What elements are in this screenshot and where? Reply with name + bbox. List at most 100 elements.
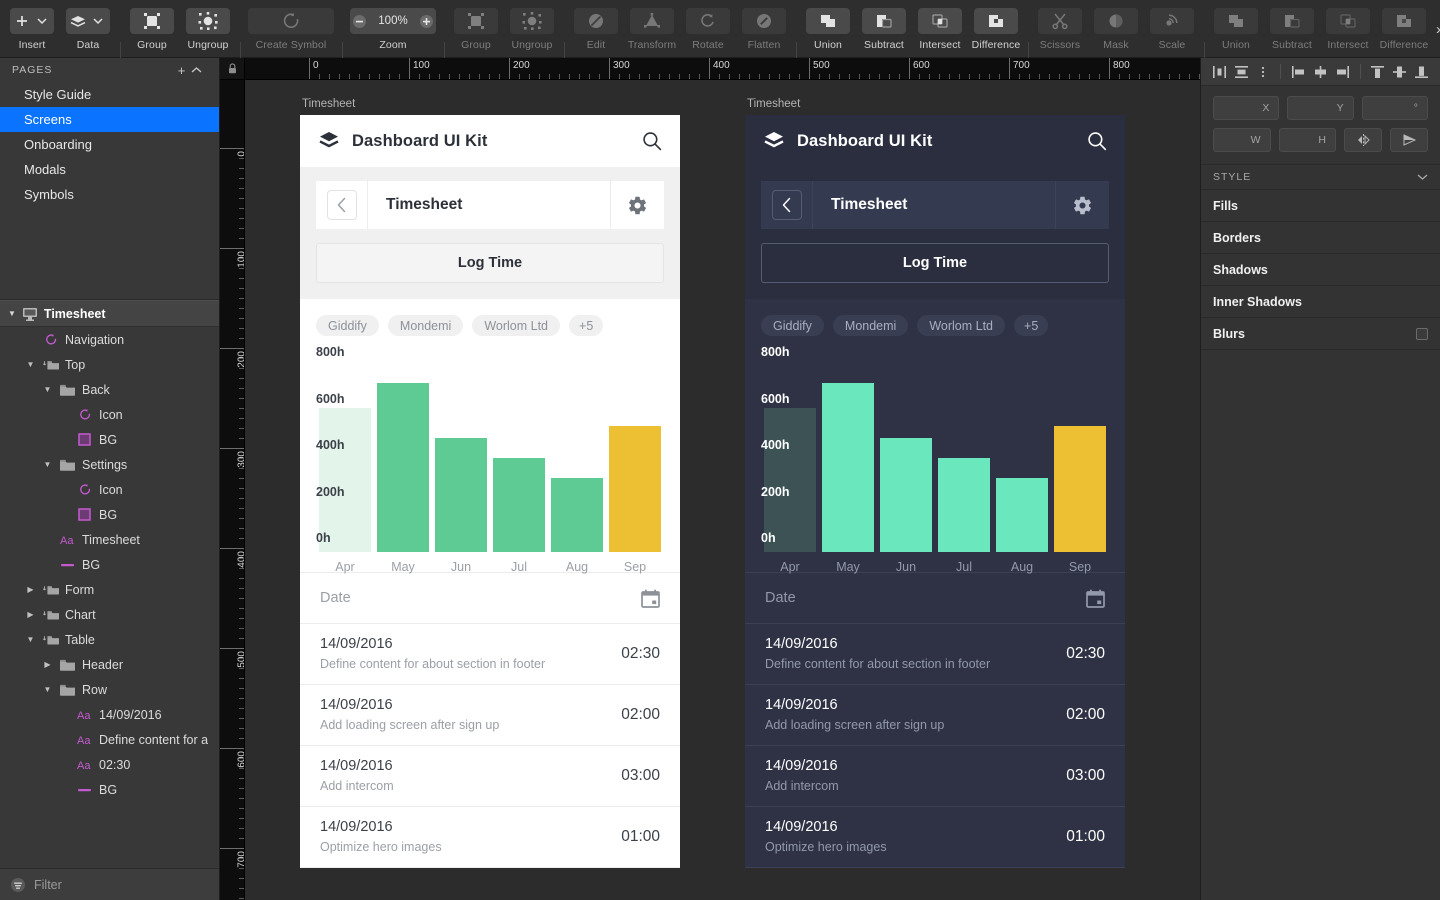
layer-caret-icon[interactable]: ▼: [25, 360, 36, 369]
layer-caret-icon[interactable]: ▼: [25, 635, 36, 644]
page-item-onboarding[interactable]: Onboarding: [0, 132, 219, 157]
style-row-fills[interactable]: Fills: [1201, 190, 1440, 222]
align-center-icon[interactable]: [1310, 61, 1330, 82]
layer-row[interactable]: Icon: [0, 402, 219, 427]
client-chip[interactable]: Giddify: [761, 315, 824, 336]
search-icon[interactable]: [1087, 131, 1107, 151]
style-row-inner-shadows[interactable]: Inner Shadows: [1201, 286, 1440, 318]
page-item-modals[interactable]: Modals: [0, 157, 219, 182]
layer-row[interactable]: BG: [0, 427, 219, 452]
align-top-icon[interactable]: [1368, 61, 1388, 82]
blurs-checkbox[interactable]: [1416, 327, 1428, 340]
toolbar-item-subtract[interactable]: Subtract: [856, 0, 912, 51]
layer-row[interactable]: Aa Define content for a: [0, 727, 219, 752]
horizontal-ruler[interactable]: 0 100 200 300 400 500 600 700 800: [245, 58, 1200, 80]
style-row-shadows[interactable]: Shadows: [1201, 254, 1440, 286]
chevron-down-icon[interactable]: [1417, 173, 1428, 181]
calendar-icon[interactable]: [641, 589, 660, 608]
search-icon[interactable]: [642, 131, 662, 151]
layer-row[interactable]: Navigation: [0, 327, 219, 352]
align-middle-icon[interactable]: [1390, 61, 1410, 82]
toolbar-item-difference[interactable]: Difference: [968, 0, 1024, 51]
client-chip[interactable]: Giddify: [316, 315, 379, 336]
toolbar-item-union[interactable]: Union: [800, 0, 856, 51]
layer-artboard-timesheet[interactable]: ▼ Timesheet: [0, 300, 219, 327]
table-row[interactable]: 14/09/2016 Add intercom 03:00: [745, 746, 1125, 807]
toolbar-item-data[interactable]: Data: [60, 0, 116, 51]
settings-button[interactable]: [1055, 181, 1109, 229]
client-chip[interactable]: Worlom Ltd: [917, 315, 1006, 336]
table-row[interactable]: 14/09/2016 Define content for about sect…: [300, 624, 680, 685]
table-row[interactable]: 14/09/2016 Add loading screen after sign…: [745, 685, 1125, 746]
artboard-light[interactable]: Timesheet Dashboard UI Kit Timesheet Log…: [300, 98, 680, 868]
client-chip[interactable]: Mondemi: [832, 315, 909, 336]
artboard-dark[interactable]: Timesheet Dashboard UI Kit Timesheet Log…: [745, 98, 1125, 868]
rotation-field[interactable]: °: [1361, 96, 1428, 120]
zoom-in-icon[interactable]: [419, 14, 434, 29]
artboard-name-label[interactable]: Timesheet: [302, 98, 355, 110]
layer-row[interactable]: ▼ Settings: [0, 452, 219, 477]
layer-row[interactable]: ▼ Top: [0, 352, 219, 377]
layer-row[interactable]: BG: [0, 552, 219, 577]
artboard-caret-icon[interactable]: ▼: [8, 309, 16, 318]
style-section-header[interactable]: STYLE: [1201, 164, 1440, 190]
layer-caret-icon[interactable]: ▶: [42, 660, 53, 669]
layer-caret-icon[interactable]: ▼: [42, 685, 53, 694]
table-row[interactable]: 14/09/2016 Add loading screen after sign…: [300, 685, 680, 746]
toolbar-item-intersect[interactable]: Intersect: [912, 0, 968, 51]
layer-caret-icon[interactable]: ▶: [25, 610, 36, 619]
flip-horizontal-icon[interactable]: [1344, 128, 1382, 152]
layer-caret-icon[interactable]: ▼: [42, 460, 53, 469]
back-button[interactable]: [761, 181, 813, 229]
settings-button[interactable]: [610, 181, 664, 229]
table-row[interactable]: 14/09/2016 Optimize hero images 01:00: [300, 807, 680, 868]
flip-vertical-icon[interactable]: [1390, 128, 1428, 152]
vertical-ruler[interactable]: 0 100 200 300 400 500 600 700: [220, 80, 245, 900]
client-chip[interactable]: Mondemi: [387, 315, 464, 336]
toolbar-item-group[interactable]: Group: [124, 0, 180, 51]
artboard-name-label[interactable]: Timesheet: [747, 98, 800, 110]
toolbar-item-ungroup[interactable]: Ungroup: [180, 0, 236, 51]
calendar-icon[interactable]: [1086, 589, 1105, 608]
log-time-button[interactable]: Log Time: [316, 243, 664, 283]
style-row-borders[interactable]: Borders: [1201, 222, 1440, 254]
toolbar-overflow-button[interactable]: »: [1436, 0, 1440, 58]
client-chip[interactable]: +5: [1014, 315, 1049, 336]
align-left-icon[interactable]: [1288, 61, 1308, 82]
table-row[interactable]: 14/09/2016 Optimize hero images 01:00: [745, 807, 1125, 868]
table-row[interactable]: 14/09/2016 Add intercom 03:00: [300, 746, 680, 807]
distribute-horizontal-icon[interactable]: [1209, 61, 1229, 82]
layer-row[interactable]: ▶ Form: [0, 577, 219, 602]
layer-filter-bar[interactable]: Filter: [0, 868, 219, 900]
layer-caret-icon[interactable]: ▼: [42, 385, 53, 394]
layer-row[interactable]: BG: [0, 502, 219, 527]
layer-row[interactable]: Aa 14/09/2016: [0, 702, 219, 727]
layer-row[interactable]: Icon: [0, 477, 219, 502]
align-right-icon[interactable]: [1333, 61, 1353, 82]
chevron-up-icon[interactable]: [191, 66, 209, 74]
layer-row[interactable]: ▶ Header: [0, 652, 219, 677]
back-button[interactable]: [316, 181, 368, 229]
distribute-vertical-icon[interactable]: [1231, 61, 1251, 82]
layer-caret-icon[interactable]: ▶: [25, 585, 36, 594]
toolbar-item-zoom[interactable]: 100% Zoom: [346, 0, 440, 51]
ruler-lock-button[interactable]: [220, 58, 245, 80]
layer-row[interactable]: ▼ Back: [0, 377, 219, 402]
more-options-icon[interactable]: [1253, 61, 1273, 82]
layer-row[interactable]: BG: [0, 777, 219, 802]
log-time-button[interactable]: Log Time: [761, 243, 1109, 283]
page-item-screens[interactable]: Screens: [0, 107, 219, 132]
layer-row[interactable]: Aa 02:30: [0, 752, 219, 777]
client-chip[interactable]: +5: [569, 315, 604, 336]
style-row-blurs[interactable]: Blurs: [1201, 318, 1440, 350]
width-field[interactable]: W: [1213, 128, 1271, 152]
align-bottom-icon[interactable]: [1412, 61, 1432, 82]
layer-row[interactable]: ▼ Row: [0, 677, 219, 702]
x-field[interactable]: X: [1213, 96, 1280, 120]
page-item-symbols[interactable]: Symbols: [0, 182, 219, 207]
layer-row[interactable]: Aa Timesheet: [0, 527, 219, 552]
layer-row[interactable]: ▶ Chart: [0, 602, 219, 627]
layer-row[interactable]: ▼ Table: [0, 627, 219, 652]
client-chip[interactable]: Worlom Ltd: [472, 315, 561, 336]
design-canvas[interactable]: Timesheet Dashboard UI Kit Timesheet Log…: [245, 80, 1200, 900]
